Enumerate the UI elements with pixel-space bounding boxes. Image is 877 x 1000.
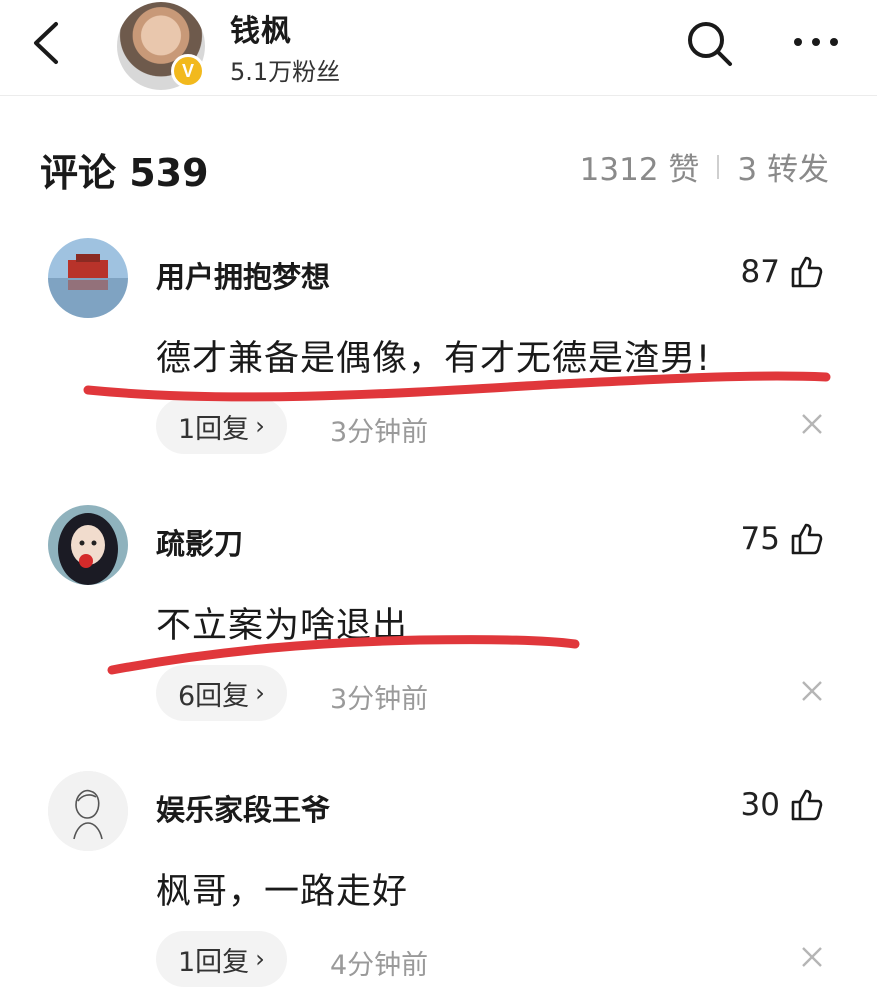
author-fans-count: 5.1万粉丝 — [230, 58, 341, 86]
close-icon — [802, 681, 822, 701]
comment-like-count: 30 — [740, 787, 780, 823]
commenter-name[interactable]: 疏影刀 — [156, 521, 243, 563]
comment-time: 3分钟前 — [330, 684, 429, 715]
comment-text: 不立案为啥退出 — [156, 606, 409, 646]
chevron-right-icon: › — [255, 412, 265, 440]
comment-text: 枫哥，一路走好 — [156, 872, 409, 912]
reply-count: 1回复 — [178, 946, 250, 978]
reposts-count[interactable]: 3 转发 — [737, 144, 829, 189]
comment-time: 3分钟前 — [330, 417, 429, 448]
comment-like-button[interactable]: 30 — [700, 785, 824, 825]
likes-count[interactable]: 1312 赞 — [580, 144, 700, 189]
dismiss-button[interactable] — [798, 943, 826, 971]
reply-count-button[interactable]: 1回复 › — [156, 398, 287, 454]
search-icon — [688, 22, 732, 66]
comment-like-button[interactable]: 75 — [700, 519, 824, 559]
back-icon — [34, 22, 58, 64]
comment-like-count: 87 — [740, 254, 780, 290]
back-button[interactable] — [26, 18, 70, 68]
avatar-anime-girl-image — [48, 505, 128, 585]
commenter-name[interactable]: 娱乐家段王爷 — [156, 787, 330, 829]
reply-count: 6回复 — [178, 680, 250, 712]
reply-count-button[interactable]: 6回复 › — [156, 665, 287, 721]
stats-divider — [717, 154, 720, 179]
commenter-avatar[interactable] — [48, 771, 128, 851]
search-button[interactable] — [684, 18, 734, 68]
more-button[interactable] — [790, 24, 842, 60]
post-stats: 1312 赞 3 转发 — [580, 144, 829, 189]
close-icon — [802, 947, 822, 967]
dismiss-button[interactable] — [798, 410, 826, 438]
more-icon — [794, 38, 838, 46]
dismiss-button[interactable] — [798, 677, 826, 705]
chevron-right-icon: › — [255, 945, 265, 973]
comments-count-title: 评论 539 — [40, 151, 209, 195]
comment-like-count: 75 — [740, 521, 780, 557]
close-icon — [802, 414, 822, 434]
commenter-name[interactable]: 用户拥抱梦想 — [156, 254, 330, 296]
chevron-right-icon: › — [255, 679, 265, 707]
author-name[interactable]: 钱枫 — [230, 6, 292, 50]
top-bar: V 钱枫 5.1万粉丝 — [0, 0, 877, 96]
reply-count-button[interactable]: 1回复 › — [156, 931, 287, 987]
thumbs-up-icon — [791, 256, 823, 288]
comment-text: 德才兼备是偶像，有才无德是渣男! — [156, 339, 712, 379]
comment-time: 4分钟前 — [330, 950, 429, 981]
verified-badge-icon: V — [171, 54, 205, 88]
commenter-avatar[interactable] — [48, 505, 128, 585]
commenter-avatar[interactable] — [48, 238, 128, 318]
avatar-landscape-image — [48, 238, 128, 318]
reply-count: 1回复 — [178, 413, 250, 445]
avatar-sketch-image — [48, 771, 128, 851]
comment-like-button[interactable]: 87 — [700, 252, 824, 292]
thumbs-up-icon — [791, 789, 823, 821]
thumbs-up-icon — [791, 523, 823, 555]
